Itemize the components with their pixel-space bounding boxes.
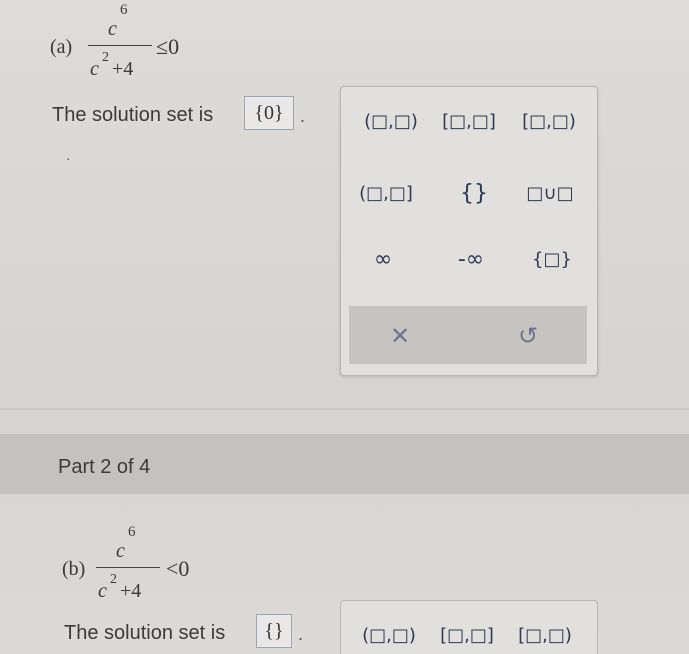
part-header-title: Part 2 of 4 bbox=[58, 456, 151, 478]
part-a-period: . bbox=[300, 106, 306, 126]
open-interval-key[interactable]: (□,□) bbox=[354, 106, 428, 136]
part-a-fraction-bar bbox=[88, 45, 152, 46]
set-braces-key[interactable]: {□} bbox=[522, 244, 582, 274]
part-b-den-exp: 2 bbox=[110, 572, 117, 587]
part-a-solution-text: The solution set is bbox=[52, 104, 214, 126]
page: (a) c 6 c 2 +4 ≤0 The solution set is {0… bbox=[0, 0, 689, 654]
half-closed-interval-key[interactable]: (□,□] bbox=[350, 178, 422, 208]
part-a-relation: ≤0 bbox=[156, 34, 180, 59]
closed-interval-key-b[interactable]: [□,□] bbox=[430, 620, 504, 650]
undo-icon[interactable]: ↺ bbox=[506, 318, 550, 354]
part-b-den-base: c bbox=[98, 580, 107, 602]
part-a-num-exp: 6 bbox=[120, 2, 128, 18]
part-b-period: . bbox=[298, 624, 304, 644]
part-a-den-rest: +4 bbox=[112, 58, 134, 80]
closed-interval-key[interactable]: [□,□] bbox=[432, 106, 506, 136]
part-b-answer-field[interactable]: {} bbox=[256, 614, 292, 648]
open-interval-key-b[interactable]: (□,□) bbox=[352, 620, 426, 650]
part-b-den-rest: +4 bbox=[120, 580, 142, 602]
part-b-solution-text: The solution set is bbox=[64, 622, 226, 644]
negative-infinity-key[interactable]: -∞ bbox=[436, 244, 506, 274]
part-a-answer-field[interactable]: {0} bbox=[244, 96, 294, 130]
part-a-den-base: c bbox=[90, 58, 99, 80]
empty-set-key[interactable]: {} bbox=[444, 178, 504, 208]
part-a-numerator: c bbox=[108, 18, 117, 40]
part-b-relation: <0 bbox=[166, 556, 190, 581]
section-divider bbox=[0, 408, 689, 410]
part-b-label: (b) bbox=[62, 558, 86, 580]
part-a-label: (a) bbox=[50, 36, 73, 58]
half-open-interval-key-b[interactable]: [□,□) bbox=[508, 620, 582, 650]
part-b-fraction-bar bbox=[96, 567, 160, 568]
part-b-numerator: c bbox=[116, 540, 125, 562]
union-key[interactable]: □∪□ bbox=[514, 178, 586, 208]
part-b-num-exp: 6 bbox=[128, 524, 136, 540]
part-a-den-exp: 2 bbox=[102, 50, 109, 65]
half-open-interval-key[interactable]: [□,□) bbox=[512, 106, 586, 136]
infinity-key[interactable]: ∞ bbox=[360, 244, 406, 274]
x-icon[interactable]: ✕ bbox=[380, 318, 420, 354]
stray-mark: · bbox=[66, 150, 71, 166]
